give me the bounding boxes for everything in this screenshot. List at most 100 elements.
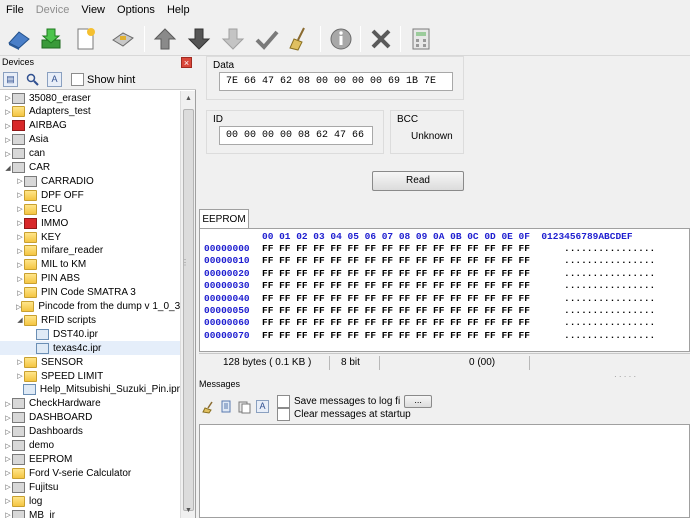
tree-view-icon[interactable]: ▤	[3, 72, 18, 87]
tree-item[interactable]: ▷ AIRBAG	[0, 119, 180, 133]
data-field[interactable]: 7E 66 47 62 08 00 00 00 00 69 1B 7E	[219, 72, 453, 91]
expand-toggle-icon[interactable]: ▷	[16, 233, 24, 241]
scroll-down-icon[interactable]: ▼	[181, 503, 196, 518]
calculator-icon[interactable]	[406, 24, 436, 54]
tree-item[interactable]: texas4c.ipr	[0, 341, 180, 356]
expand-toggle-icon[interactable]: ▷	[4, 122, 12, 130]
expand-toggle-icon[interactable]: ▷	[16, 289, 24, 297]
expand-toggle-icon[interactable]: ▷	[16, 372, 24, 380]
tree-item[interactable]: ▷ PIN ABS	[0, 272, 180, 286]
tree-item[interactable]: ▷ can	[0, 147, 180, 161]
tree-item[interactable]: ▷ KEY	[0, 230, 180, 244]
tree-item[interactable]: ◢ CAR	[0, 161, 180, 175]
hex-editor[interactable]: 00 01 02 03 04 05 06 07 08 09 0A 0B 0C 0…	[199, 228, 690, 352]
menu-item-2[interactable]: View	[75, 0, 111, 20]
menu-item-0[interactable]: File	[0, 0, 30, 20]
expand-toggle-icon[interactable]: ▷	[4, 483, 12, 491]
tree-item[interactable]: ▷ IMMO	[0, 216, 180, 230]
expand-toggle-icon[interactable]: ▷	[16, 177, 24, 185]
tree-item[interactable]: ▷ Asia	[0, 133, 180, 147]
expand-toggle-icon[interactable]: ▷	[16, 358, 24, 366]
devices-close-icon[interactable]: ×	[181, 57, 192, 68]
expand-toggle-icon[interactable]: ▷	[4, 469, 12, 477]
tree-item[interactable]: ◢ RFID scripts	[0, 313, 180, 327]
menu-item-1[interactable]: Device	[30, 0, 76, 20]
expand-toggle-icon[interactable]: ▷	[16, 205, 24, 213]
read-button[interactable]: Read	[372, 171, 464, 191]
tree-item[interactable]: ▷ 35080_eraser	[0, 91, 180, 105]
expand-toggle-icon[interactable]: ▷	[4, 400, 12, 408]
hex-bytes[interactable]: FF FF FF FF FF FF FF FF FF FF FF FF FF F…	[262, 280, 530, 293]
messages-log[interactable]	[199, 424, 690, 518]
hex-bytes[interactable]: FF FF FF FF FF FF FF FF FF FF FF FF FF F…	[262, 293, 530, 306]
expand-toggle-icon[interactable]: ◢	[16, 316, 24, 324]
broom-icon[interactable]	[284, 24, 314, 54]
expand-toggle-icon[interactable]: ▷	[4, 150, 12, 158]
tree-item[interactable]: ▷ Pincode from the dump v 1_0_3	[0, 300, 180, 314]
new-file-icon[interactable]	[70, 24, 100, 54]
expand-toggle-icon[interactable]: ▷	[16, 275, 24, 283]
paste-icon[interactable]	[238, 400, 251, 417]
splitter-grip-icon[interactable]: ⋮	[181, 258, 189, 267]
expand-toggle-icon[interactable]: ◢	[4, 164, 12, 172]
down-arrow-icon[interactable]	[184, 24, 214, 54]
expand-toggle-icon[interactable]: ▷	[4, 442, 12, 450]
tree-item[interactable]: ▷ Adapters_test	[0, 105, 180, 119]
scroll-up-icon[interactable]: ▲	[181, 91, 196, 106]
hex-bytes[interactable]: FF FF FF FF FF FF FF FF FF FF FF FF FF F…	[262, 268, 530, 281]
show-hint-toggle[interactable]: Show hint	[71, 73, 135, 86]
tree-scrollbar[interactable]: ▲ ▼	[180, 91, 195, 518]
tree-item[interactable]: ▷ demo	[0, 439, 180, 453]
expand-toggle-icon[interactable]: ▷	[4, 428, 12, 436]
tree-item[interactable]: ▷ SENSOR	[0, 355, 180, 369]
expand-toggle-icon[interactable]: ▷	[4, 94, 12, 102]
expand-toggle-icon[interactable]: ▷	[4, 455, 12, 463]
tree-item[interactable]: ▷ PIN Code SMATRA 3	[0, 286, 180, 300]
browse-log-button[interactable]: ...	[404, 395, 433, 408]
broom-icon[interactable]	[202, 401, 215, 417]
scroll-thumb[interactable]	[183, 109, 194, 511]
expand-toggle-icon[interactable]: ▷	[16, 261, 24, 269]
tree-item[interactable]: ▷ Dashboards	[0, 425, 180, 439]
tree-item[interactable]: ▷ Fujitsu	[0, 480, 180, 494]
tree-item[interactable]: ▷ log	[0, 494, 180, 508]
tree-item[interactable]: ▷ CARRADIO	[0, 174, 180, 188]
info-icon[interactable]	[326, 24, 356, 54]
device-icon[interactable]	[108, 24, 138, 54]
up-arrow-icon[interactable]	[150, 24, 180, 54]
hex-bytes[interactable]: FF FF FF FF FF FF FF FF FF FF FF FF FF F…	[262, 330, 530, 343]
copy-icon[interactable]	[220, 400, 233, 417]
clear-messages-checkbox[interactable]	[277, 408, 290, 421]
id-field[interactable]: 00 00 00 00 08 62 47 66	[219, 126, 373, 145]
expand-toggle-icon[interactable]: ▷	[4, 511, 12, 518]
tree-item[interactable]: ▷ EEPROM	[0, 452, 180, 466]
tree-item[interactable]: ▷ MIL to KM	[0, 258, 180, 272]
font-icon[interactable]: A	[256, 400, 269, 413]
tree-item[interactable]: ▷ MB_ir	[0, 508, 180, 518]
hex-bytes[interactable]: FF FF FF FF FF FF FF FF FF FF FF FF FF F…	[262, 305, 530, 318]
tree-item[interactable]: DST40.ipr	[0, 327, 180, 341]
menu-item-3[interactable]: Options	[111, 0, 161, 20]
tree-item[interactable]: ▷ CheckHardware	[0, 397, 180, 411]
search-icon[interactable]	[25, 72, 40, 87]
tree-item[interactable]: ▷ mifare_reader	[0, 244, 180, 258]
menu-item-4[interactable]: Help	[161, 0, 196, 20]
close-icon[interactable]	[366, 24, 396, 54]
expand-toggle-icon[interactable]: ▷	[4, 136, 12, 144]
tree-item[interactable]: ▷ DPF OFF	[0, 188, 180, 202]
expand-toggle-icon[interactable]: ▷	[16, 191, 24, 199]
clear-messages-toggle[interactable]: Clear messages at startup	[277, 408, 411, 421]
hex-bytes[interactable]: FF FF FF FF FF FF FF FF FF FF FF FF FF F…	[262, 317, 530, 330]
show-hint-checkbox[interactable]	[71, 73, 84, 86]
tree-item[interactable]: ▷ Ford V-serie Calculator	[0, 466, 180, 480]
expand-toggle-icon[interactable]: ▷	[16, 247, 24, 255]
tree-item[interactable]: ▷ ECU	[0, 202, 180, 216]
tab-eeprom[interactable]: EEPROM	[199, 209, 249, 229]
hex-bytes[interactable]: FF FF FF FF FF FF FF FF FF FF FF FF FF F…	[262, 255, 530, 268]
eraser-icon[interactable]	[4, 24, 34, 54]
download-icon[interactable]	[36, 24, 66, 54]
expand-toggle-icon[interactable]: ▷	[4, 414, 12, 422]
expand-toggle-icon[interactable]: ▷	[16, 219, 24, 227]
save-messages-toggle[interactable]: Save messages to log fi ...	[277, 395, 433, 408]
tree-item[interactable]: Help_Mitsubishi_Suzuki_Pin.ipr	[0, 383, 180, 397]
